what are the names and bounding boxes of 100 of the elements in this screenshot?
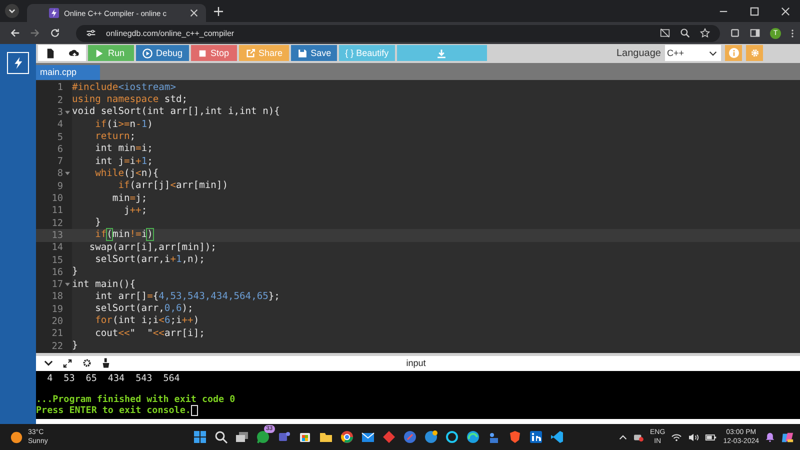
close-icon[interactable] [190,9,198,17]
code-editor-icon[interactable] [550,430,564,444]
fold-arrow-icon[interactable] [65,171,70,176]
share-icon [244,48,256,59]
sun-icon[interactable] [10,430,23,444]
console-line: 4 53 65 434 543 564 [46,373,180,384]
dropdown-icon[interactable] [5,4,19,18]
address-field[interactable]: onlinegdb.com/online_c++_compiler [76,24,720,42]
code-line: return; [94,131,136,144]
line-number: 12 [52,218,63,229]
code-line: for(int i;i<6;i++) [94,315,200,328]
chevron-up-icon[interactable] [619,434,628,440]
browser-icon[interactable] [340,430,354,444]
folder-icon[interactable] [318,430,333,444]
wave-circle-icon[interactable] [466,430,480,444]
line-number: 20 [52,316,63,327]
fold-arrow-icon[interactable] [65,282,70,288]
battery-icon[interactable] [705,432,718,442]
line-number: 18 [52,291,63,302]
line-number: 17 [52,279,63,290]
maximize-icon[interactable] [750,6,759,16]
file-tab[interactable]: main.cpp [36,64,100,80]
fold-arrow-icon[interactable] [65,110,70,115]
language-select[interactable]: C++ [665,45,721,62]
diamond-icon[interactable] [382,430,396,444]
linkedin-icon[interactable] [528,430,543,444]
puzzle-icon[interactable] [730,28,740,38]
code-line: if(arr[j]<arr[min]) [117,180,228,192]
broom-icon[interactable] [102,358,110,368]
code-line: } [72,266,78,278]
code-line: j++; [122,204,148,217]
side-panel-icon[interactable] [750,28,760,38]
line-number: 19 [52,304,63,315]
copilot-icon[interactable] [781,430,794,444]
settings-icon [750,48,760,58]
line-number: 1 [57,82,63,94]
line-number: 10 [52,193,63,204]
code-line: if(i>=n-1) [94,118,153,131]
line-number: 4 [57,119,63,130]
debug-button[interactable]: Debug [136,45,189,62]
line-number: 15 [52,254,63,266]
expand-icon[interactable] [63,358,72,368]
code-line: cout<<" "<<arr[i]; [94,328,205,340]
chat-bubble-icon[interactable] [256,430,270,444]
code-line: int arr[]={4,53,543,434,564,65}; [94,290,280,303]
line-number: 11 [52,205,63,216]
code-line: int j=i+1; [94,156,153,168]
chevron-down-icon [709,50,717,56]
plus-icon[interactable] [214,6,223,16]
code-line: void selSort(int arr[],int i,int n){ [72,106,280,118]
run-button[interactable]: Run [88,45,134,62]
code-line: min=j; [111,192,148,205]
star-icon[interactable] [700,28,710,38]
ring-icon[interactable] [444,430,459,444]
windows-logo-icon[interactable] [192,430,207,444]
code-line: int min=i; [94,143,153,156]
url-text: onlinegdb.com/online_c++_compiler [106,28,234,38]
line-number: 7 [57,156,63,168]
eye-slash-icon[interactable] [660,28,670,38]
line-number: 22 [52,340,63,352]
save-button[interactable]: Save [290,45,338,62]
lightning-icon [49,8,59,18]
line-number: 21 [52,328,63,340]
wifi-icon[interactable] [671,432,682,442]
stop-button[interactable]: Stop [190,45,237,62]
search-icon[interactable] [214,430,228,444]
upload-button[interactable] [62,45,86,62]
new-file-button[interactable] [38,45,62,62]
code-line: } [72,340,78,352]
code-line: selSort(arr,i+1,n); [94,254,205,266]
language-label: Language [616,48,661,59]
close-icon[interactable] [781,6,790,16]
site-settings-icon[interactable] [86,28,96,38]
code-line: selSort(arr,0,6); [94,303,194,316]
more-icon[interactable] [791,28,794,38]
info-icon [728,48,738,58]
chevron-down-icon[interactable] [44,360,53,366]
line-number: 2 [57,94,63,106]
download-icon [436,48,448,59]
store-bag-icon[interactable] [298,430,312,444]
console-line: ...Program finished with exit code 0 [36,394,236,406]
panel-title: input [406,358,426,368]
line-number: 16 [52,266,63,278]
logo-button[interactable] [7,52,29,74]
settings-icon[interactable] [82,358,92,368]
mail-icon[interactable] [360,430,375,444]
speaker-icon[interactable] [688,432,700,442]
code-line: } [94,217,101,230]
zoom-icon[interactable] [680,28,690,38]
line-number: 3 [57,106,63,118]
line-number: 8 [57,168,63,180]
play-icon [94,48,105,59]
forward-arrow-icon [30,28,40,38]
stacked-windows-icon[interactable] [234,430,249,444]
reload-icon[interactable] [50,28,60,38]
camera-icon[interactable] [633,432,644,442]
back-arrow-icon[interactable] [10,28,20,38]
bell-icon[interactable] [765,432,775,442]
file-icon [44,48,56,59]
code-line: if(min!=i) [94,229,153,242]
